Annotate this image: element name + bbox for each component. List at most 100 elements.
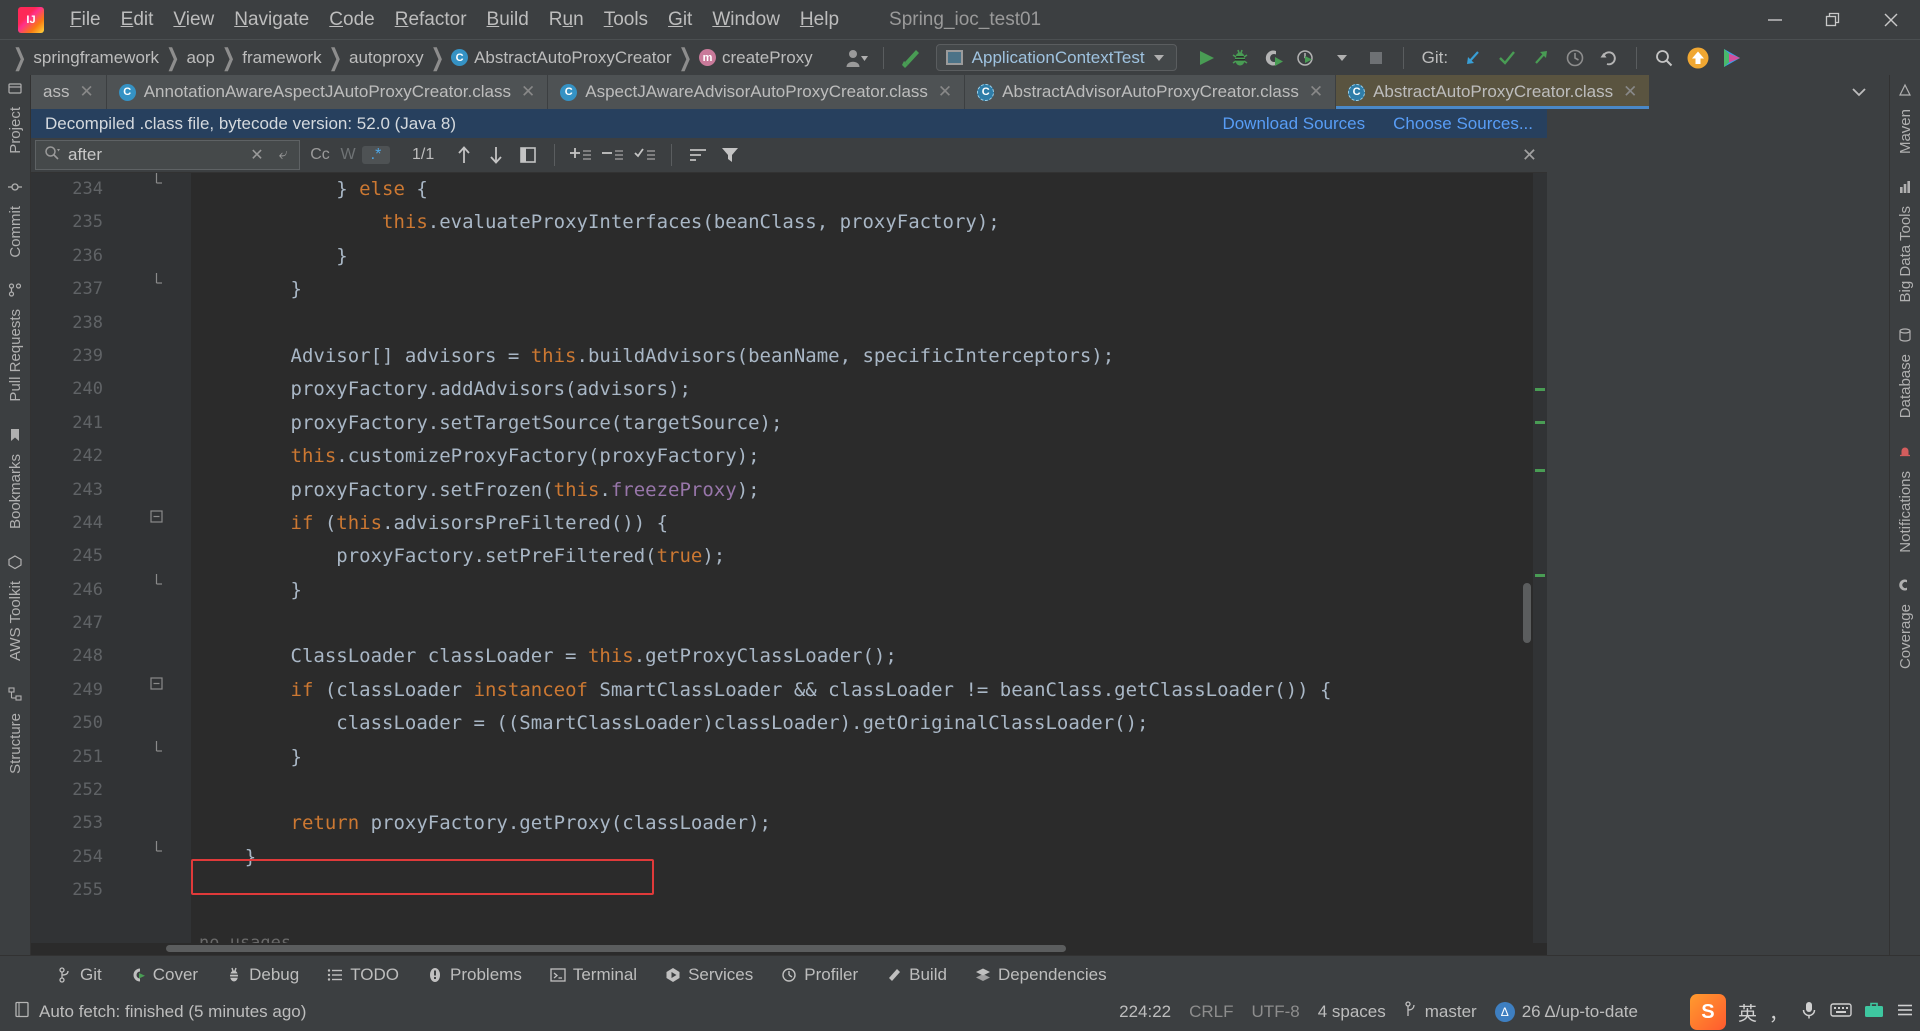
tab-abstract-advisor-auto-proxy-creator[interactable]: C AbstractAdvisorAutoProxyCreator.class …: [965, 75, 1337, 109]
sogou-ime-logo-icon[interactable]: S: [1689, 994, 1726, 1030]
breadcrumb-framework[interactable]: framework: [242, 48, 321, 68]
menu-view[interactable]: View: [163, 6, 224, 34]
vcs-status[interactable]: Δ 26 Δ/up-to-date: [1494, 1002, 1638, 1022]
code-line[interactable]: 246 }: [31, 573, 1547, 607]
add-line-before-button[interactable]: [565, 141, 597, 169]
code-line[interactable]: 235 this.evaluateProxyInterfaces(beanCla…: [31, 206, 1547, 239]
code-line[interactable]: 254 }: [31, 840, 1547, 874]
next-occurrence-button[interactable]: [480, 141, 512, 169]
run-with-coverage-button[interactable]: [1257, 43, 1291, 73]
tool-window-problems[interactable]: Problems: [413, 956, 536, 994]
indent-setting[interactable]: 4 spaces: [1318, 1002, 1386, 1022]
sidebar-item-big-data-tools[interactable]: Big Data Tools: [1897, 180, 1914, 302]
git-rollback-button[interactable]: [1592, 43, 1626, 73]
run-button[interactable]: [1189, 43, 1223, 73]
tool-window-terminal[interactable]: Terminal: [536, 956, 651, 994]
sidebar-item-structure[interactable]: Structure: [7, 687, 24, 774]
line-separator[interactable]: CRLF: [1189, 1002, 1233, 1022]
tab-close-icon[interactable]: ✕: [521, 82, 535, 102]
code-line[interactable]: 238: [31, 307, 1547, 340]
stop-button[interactable]: [1359, 43, 1393, 73]
download-sources-link[interactable]: Download Sources: [1222, 114, 1365, 134]
close-search-button[interactable]: ✕: [1522, 145, 1537, 166]
previous-occurrence-button[interactable]: [448, 141, 480, 169]
menu-refactor[interactable]: Refactor: [385, 6, 477, 34]
horizontal-scrollbar-thumb[interactable]: [166, 945, 1066, 952]
choose-sources-link[interactable]: Choose Sources...: [1393, 114, 1533, 134]
code-line[interactable]: 244 if (this.advisorsPreFiltered()) {: [31, 507, 1547, 540]
tool-window-build[interactable]: Build: [872, 956, 961, 994]
sidebar-item-maven[interactable]: Maven: [1897, 83, 1914, 154]
git-commit-button[interactable]: [1490, 43, 1524, 73]
search-input[interactable]: after ✕ ⤶: [35, 140, 300, 170]
code-line[interactable]: 251 }: [31, 740, 1547, 774]
git-branch[interactable]: master: [1404, 1001, 1477, 1023]
menu-window[interactable]: Window: [702, 6, 790, 34]
regex-toggle[interactable]: .*: [362, 146, 390, 164]
menu-navigate[interactable]: Navigate: [224, 6, 319, 34]
breadcrumb-method[interactable]: m createProxy: [698, 48, 813, 68]
breadcrumb-autoproxy[interactable]: autoproxy: [349, 48, 424, 68]
debug-button[interactable]: [1223, 43, 1257, 73]
code-line[interactable]: 245 proxyFactory.setPreFiltered(true);: [31, 540, 1547, 573]
tab-close-icon[interactable]: ✕: [1309, 82, 1323, 102]
code-line[interactable]: 241 proxyFactory.setTargetSource(targetS…: [31, 407, 1547, 440]
fold-end-icon[interactable]: [146, 173, 166, 206]
update-available-button[interactable]: [1681, 43, 1715, 73]
filter-results-button[interactable]: [682, 141, 714, 169]
tab-close-icon[interactable]: ✕: [79, 82, 93, 102]
code-line[interactable]: 250 classLoader = ((SmartClassLoader)cla…: [31, 707, 1547, 740]
tool-window-dependencies[interactable]: Dependencies: [961, 956, 1121, 994]
ime-punctuation-label[interactable]: ，: [1769, 999, 1788, 1026]
sidebar-item-aws-toolkit[interactable]: AWS Toolkit: [7, 555, 24, 661]
git-history-button[interactable]: [1558, 43, 1592, 73]
code-editor[interactable]: 234 } else {235 this.evaluateProxyInterf…: [31, 173, 1547, 955]
code-line[interactable]: 249 if (classLoader instanceof SmartClas…: [31, 674, 1547, 707]
code-line[interactable]: 255: [31, 874, 1547, 907]
microphone-icon[interactable]: [1800, 1000, 1818, 1025]
tab-close-icon[interactable]: ✕: [1623, 82, 1637, 102]
vertical-scrollbar-thumb[interactable]: [1523, 583, 1531, 643]
code-line[interactable]: 240 proxyFactory.addAdvisors(advisors);: [31, 373, 1547, 406]
tab-annotation-aware-aspectj-auto-proxy-creator[interactable]: C AnnotationAwareAspectJAutoProxyCreator…: [106, 75, 549, 109]
horizontal-scrollbar[interactable]: [31, 943, 1547, 955]
tab-aspectj-aware-advisor-auto-proxy-creator[interactable]: C AspectJAwareAdvisorAutoProxyCreator.cl…: [548, 75, 966, 109]
remove-line-button[interactable]: [597, 141, 629, 169]
breadcrumb-springframework[interactable]: springframework: [33, 48, 159, 68]
code-line[interactable]: 253 return proxyFactory.getProxy(classLo…: [31, 807, 1547, 840]
menu-git[interactable]: Git: [658, 6, 702, 34]
tool-window-debug[interactable]: Debug: [212, 956, 313, 994]
code-line[interactable]: 252: [31, 774, 1547, 807]
sidebar-item-project[interactable]: Project: [7, 81, 24, 154]
menu-icon[interactable]: [1896, 1001, 1914, 1024]
code-line[interactable]: 242 this.customizeProxyFactory(proxyFact…: [31, 440, 1547, 473]
tab-abstract-auto-proxy-creator[interactable]: C AbstractAutoProxyCreator.class ✕: [1336, 75, 1651, 109]
code-line[interactable]: 236 }: [31, 240, 1547, 273]
menu-run[interactable]: Run: [539, 6, 594, 34]
tab-truncated[interactable]: ass ✕: [31, 75, 107, 109]
match-case-toggle[interactable]: Cc: [306, 146, 334, 164]
code-line[interactable]: 234 } else {: [31, 173, 1547, 206]
menu-file[interactable]: File: [60, 6, 111, 34]
caret-position[interactable]: 224:22: [1119, 1002, 1171, 1022]
sidebar-item-database[interactable]: Database: [1897, 328, 1914, 419]
menu-edit[interactable]: Edit: [111, 6, 164, 34]
menu-tools[interactable]: Tools: [594, 6, 658, 34]
ime-language-label[interactable]: 英: [1738, 999, 1757, 1026]
tool-window-git[interactable]: Git: [44, 956, 116, 994]
restore-icon[interactable]: [1804, 0, 1862, 39]
filter-button[interactable]: [714, 141, 746, 169]
fold-end-icon[interactable]: [146, 573, 166, 607]
git-push-button[interactable]: [1524, 43, 1558, 73]
build-hammer-icon[interactable]: [894, 43, 928, 73]
chevron-down-icon[interactable]: [1842, 77, 1876, 107]
minimize-icon[interactable]: [1746, 0, 1804, 39]
tool-window-todo[interactable]: TODO: [313, 956, 413, 994]
git-update-button[interactable]: [1456, 43, 1490, 73]
close-icon[interactable]: [1862, 0, 1920, 39]
code-line[interactable]: 248 ClassLoader classLoader = this.getPr…: [31, 640, 1547, 673]
clear-search-icon[interactable]: ✕: [247, 145, 267, 165]
words-toggle[interactable]: W: [334, 146, 362, 164]
sidebar-item-coverage[interactable]: Coverage: [1897, 578, 1914, 669]
sidebar-item-commit[interactable]: Commit: [7, 180, 24, 257]
